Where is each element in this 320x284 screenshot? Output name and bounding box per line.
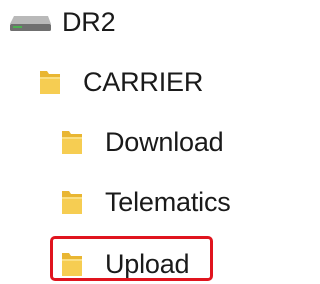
tree-item-telematics[interactable]: Telematics (59, 182, 231, 222)
tree-item-download[interactable]: Download (59, 122, 224, 162)
tree-item-label: CARRIER (83, 67, 204, 97)
drive-icon (8, 12, 52, 32)
folder-icon (59, 188, 85, 216)
tree-item-upload[interactable]: Upload (59, 244, 190, 284)
tree-item-label: Telematics (105, 187, 231, 217)
folder-icon (59, 128, 85, 156)
folder-icon (59, 250, 85, 278)
tree-item-label: Upload (105, 249, 190, 279)
folder-icon (37, 68, 63, 96)
tree-item-dr2[interactable]: DR2 (8, 2, 116, 42)
tree-item-carrier[interactable]: CARRIER (37, 62, 203, 102)
tree-item-label: DR2 (62, 7, 116, 37)
tree-item-label: Download (105, 127, 224, 157)
